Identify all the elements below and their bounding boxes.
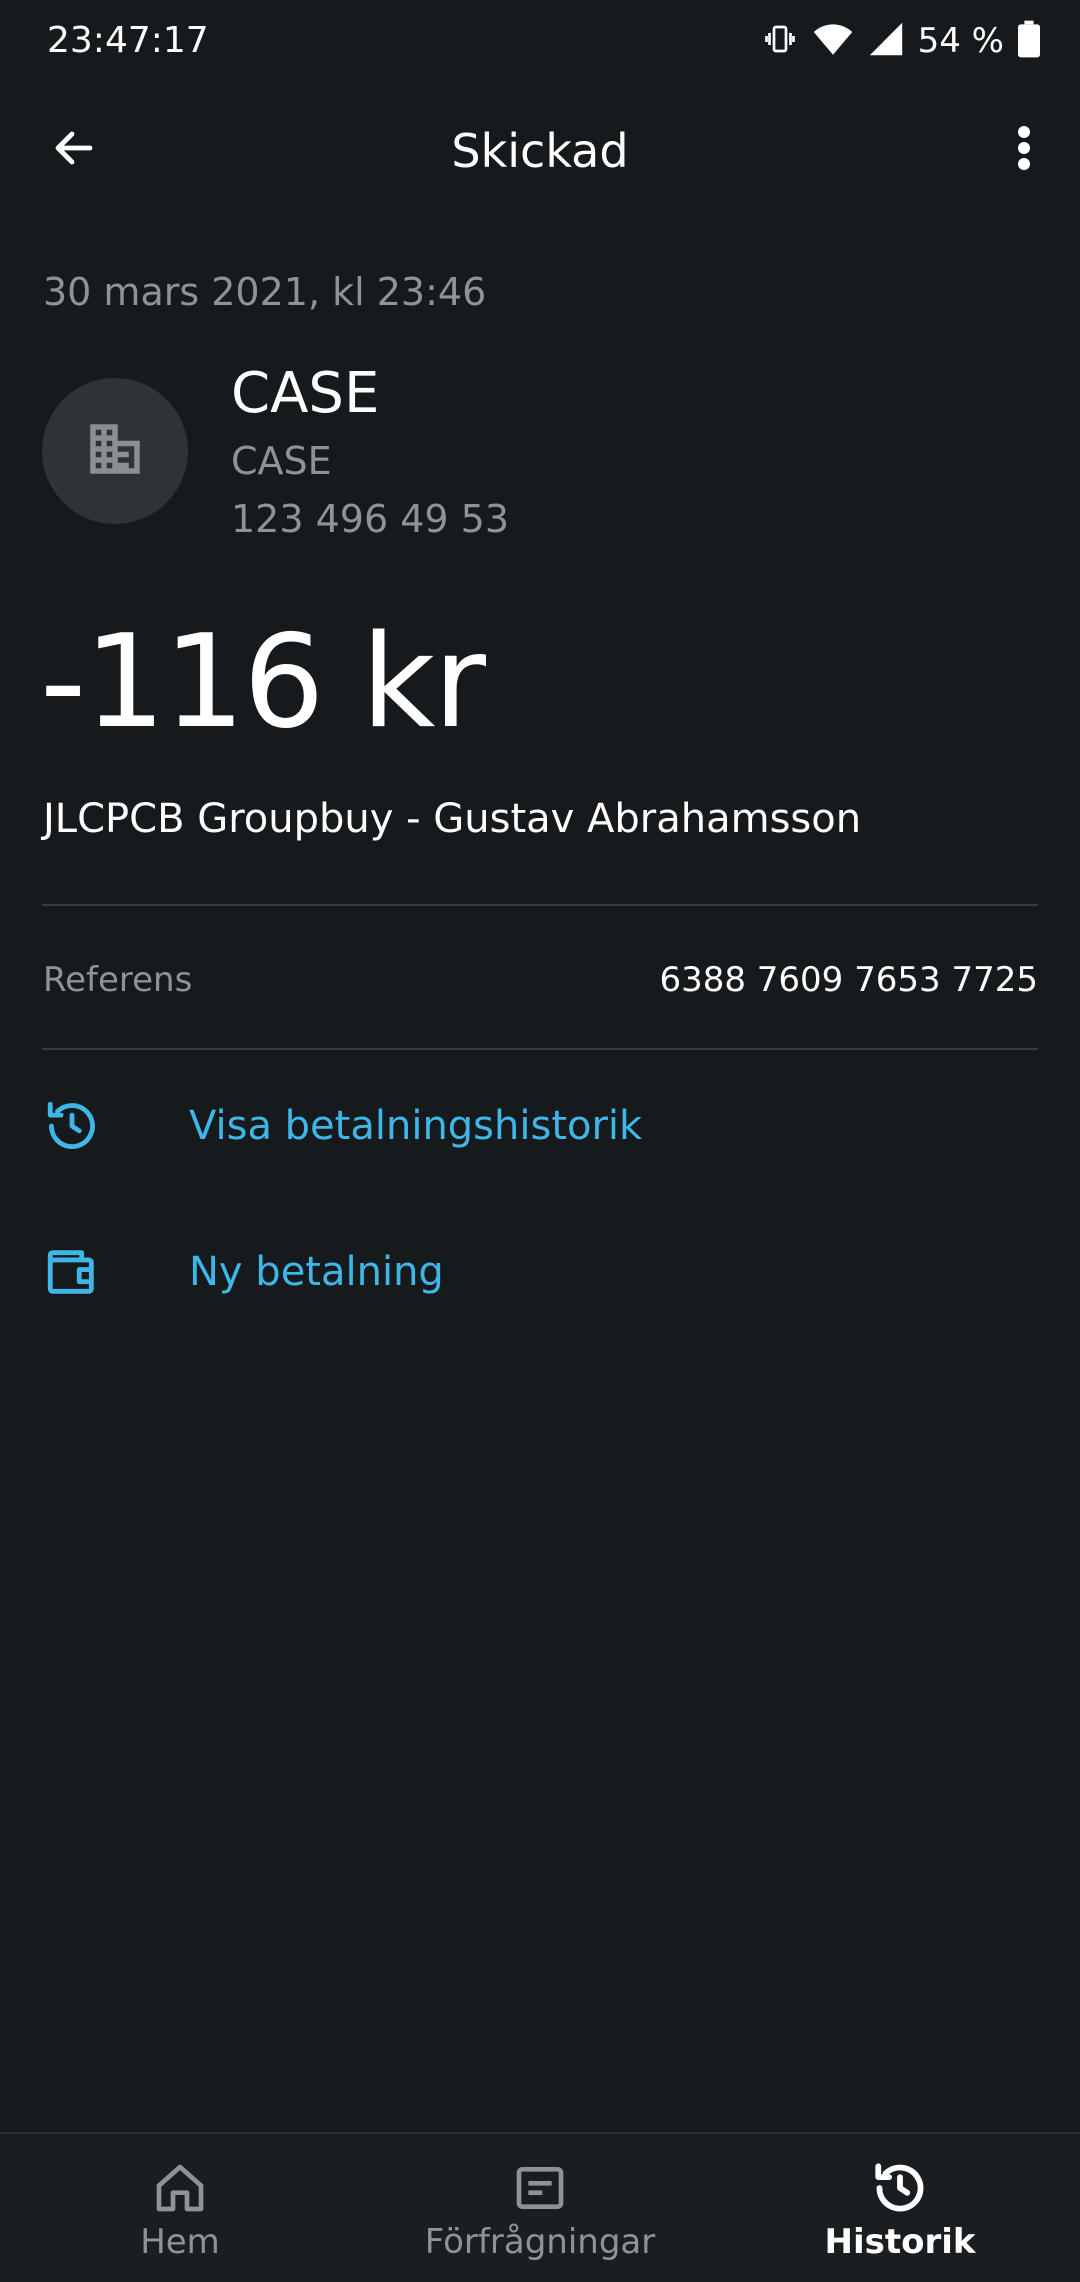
payment-message: JLCPCB Groupbuy - Gustav Abrahamsson [43, 796, 862, 842]
nav-label-home: Hem [140, 2222, 220, 2262]
wallet-icon [42, 1242, 102, 1302]
new-payment-button[interactable]: Ny betalning [42, 1224, 1038, 1320]
building-icon [82, 416, 148, 486]
action-label: Ny betalning [189, 1249, 444, 1295]
nav-item-home[interactable]: Hem [0, 2134, 360, 2282]
avatar [42, 378, 188, 524]
action-label: Visa betalningshistorik [189, 1103, 643, 1149]
battery-percent: 54 % [917, 21, 1004, 61]
reference-value: 6388 7609 7653 7725 [659, 960, 1038, 1000]
home-icon [150, 2158, 210, 2218]
signal-icon [868, 21, 904, 61]
nav-item-requests[interactable]: Förfrågningar [360, 2134, 720, 2282]
reference-label: Referens [43, 960, 193, 1000]
nav-item-history[interactable]: Historik [720, 2134, 1080, 2282]
history-icon [42, 1096, 102, 1156]
status-icons: 54 % [762, 16, 1040, 66]
recipient-number: 123 496 49 53 [231, 497, 510, 541]
more-options-button[interactable] [984, 110, 1064, 190]
page-title: Skickad [451, 124, 629, 178]
recipient-subtitle: CASE [231, 439, 332, 483]
requests-icon [510, 2158, 570, 2218]
battery-icon [1018, 20, 1040, 62]
divider [42, 904, 1038, 906]
payment-amount: -116 kr [40, 608, 486, 757]
recipient-name: CASE [231, 361, 380, 426]
divider [42, 1048, 1038, 1050]
show-payment-history-button[interactable]: Visa betalningshistorik [42, 1078, 1038, 1174]
payment-date: 30 mars 2021, kl 23:46 [43, 270, 487, 314]
wifi-icon [812, 21, 854, 61]
nav-label-requests: Förfrågningar [424, 2222, 656, 2262]
nav-label-history: Historik [824, 2222, 976, 2262]
status-time: 23:47:17 [47, 20, 209, 61]
history-icon [870, 2158, 930, 2218]
more-vert-icon [1016, 124, 1032, 176]
bottom-navigation: Hem Förfrågningar Historik [0, 2132, 1080, 2282]
vibrate-icon [762, 21, 798, 61]
